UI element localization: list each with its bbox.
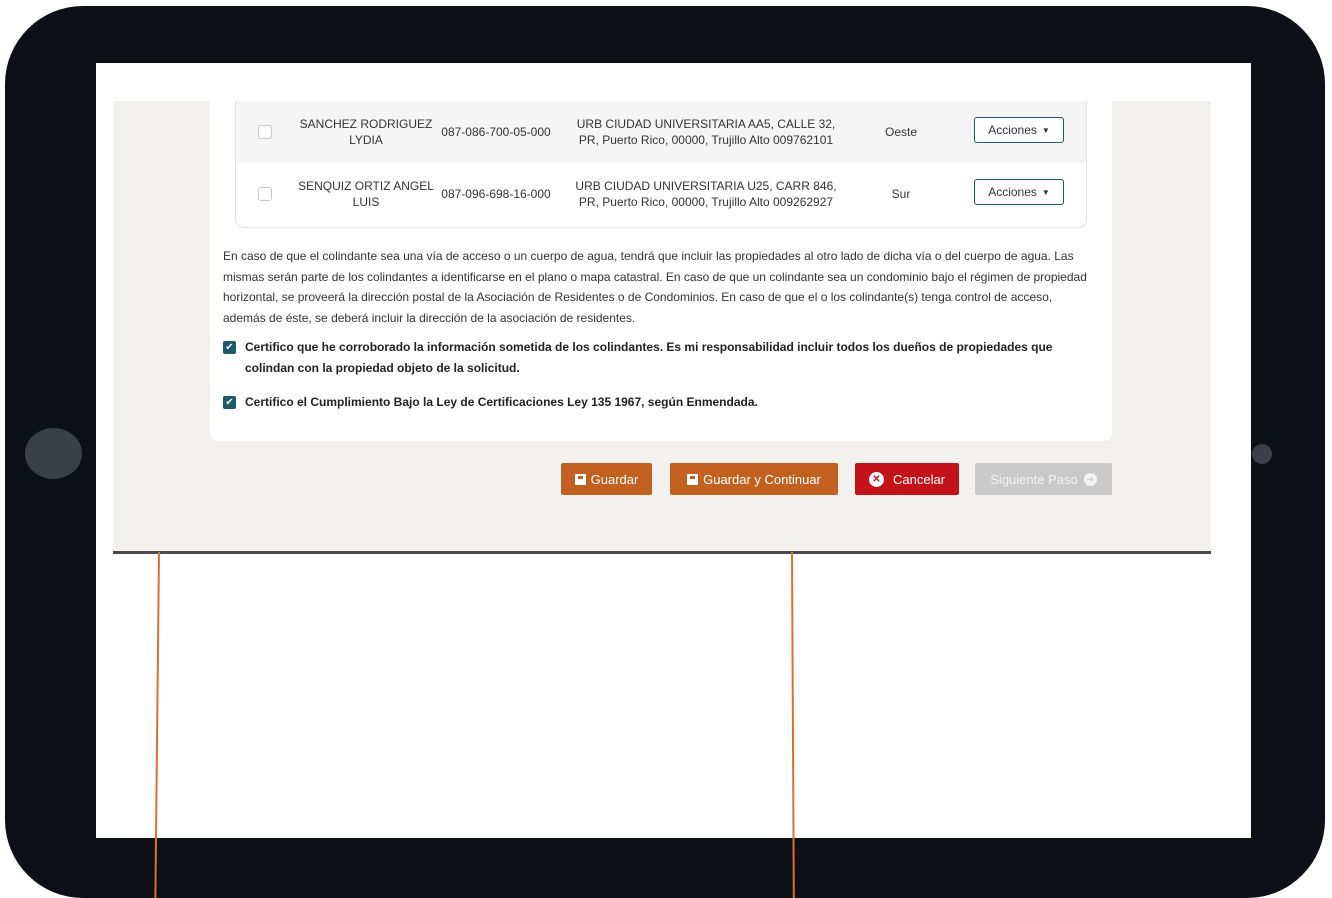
actions-label: Acciones <box>988 123 1037 137</box>
postal-address: URB CIUDAD UNIVERSITARIA U25, CARR 846, … <box>575 179 837 209</box>
save-and-continue-label: Guardar y Continuar <box>703 471 821 487</box>
certification-checkbox[interactable]: ✔ <box>223 396 236 409</box>
save-label: Guardar <box>590 471 639 487</box>
actions-label: Acciones <box>988 185 1037 199</box>
boundary-direction: Oeste <box>884 125 917 139</box>
close-circle-icon: ✕ <box>868 471 884 487</box>
certification-checkbox[interactable]: ✔ <box>223 341 236 354</box>
tablet-screen: SANCHEZ RODRIGUEZ LYDIA 087-086-700-05-0… <box>96 63 1251 838</box>
owner-name: SANCHEZ RODRIGUEZ LYDIA <box>299 117 433 147</box>
certification-text: Certifico que he corroborado la informac… <box>245 340 1053 375</box>
camera-dot-right <box>1252 444 1272 464</box>
row-select-checkbox[interactable] <box>258 125 272 139</box>
save-and-continue-button[interactable]: Guardar y Continuar <box>670 463 838 495</box>
cadastral-number: 087-096-698-16-000 <box>441 187 551 201</box>
certification-text: Certifico el Cumplimiento Bajo la Ley de… <box>245 395 758 409</box>
floppy-disk-icon <box>574 473 586 485</box>
postal-address: URB CIUDAD UNIVERSITARIA AA5, CALLE 32, … <box>576 117 836 147</box>
actions-dropdown-button[interactable]: Acciones ▼ <box>974 179 1064 205</box>
boundary-notice-text: En caso de que el colindante sea una vía… <box>223 249 1087 325</box>
camera-dot-left <box>25 428 82 479</box>
certification-item: ✔ Certifico el Cumplimiento Bajo la Ley … <box>223 394 1083 413</box>
cadastral-number: 087-086-700-05-000 <box>441 125 551 139</box>
caret-down-icon: ▼ <box>1041 187 1050 197</box>
save-button[interactable]: Guardar <box>561 463 652 495</box>
table-row: SANCHEZ RODRIGUEZ LYDIA 087-086-700-05-0… <box>236 101 1086 163</box>
row-select-checkbox[interactable] <box>258 187 272 201</box>
next-step-button[interactable]: Siguiente Paso ➔ <box>975 463 1112 495</box>
cancel-button[interactable]: ✕ Cancelar <box>855 463 959 495</box>
arrow-right-circle-icon: ➔ <box>1083 472 1097 486</box>
caret-down-icon: ▼ <box>1041 125 1050 135</box>
cancel-label: Cancelar <box>892 471 946 487</box>
colindantes-card: SANCHEZ RODRIGUEZ LYDIA 087-086-700-05-0… <box>210 101 1112 441</box>
boundary-direction: Sur <box>891 187 911 201</box>
app-viewport: SANCHEZ RODRIGUEZ LYDIA 087-086-700-05-0… <box>113 101 1211 554</box>
colindantes-table: SANCHEZ RODRIGUEZ LYDIA 087-086-700-05-0… <box>235 101 1087 228</box>
floppy-disk-icon <box>687 473 699 485</box>
certification-item: ✔ Certifico que he corroborado la inform… <box>223 339 1083 379</box>
next-step-label: Siguiente Paso <box>990 471 1078 487</box>
owner-name: SENQUIZ ORTIZ ANGEL LUIS <box>298 179 434 209</box>
actions-dropdown-button[interactable]: Acciones ▼ <box>974 117 1064 143</box>
table-row: SENQUIZ ORTIZ ANGEL LUIS 087-096-698-16-… <box>236 163 1086 225</box>
